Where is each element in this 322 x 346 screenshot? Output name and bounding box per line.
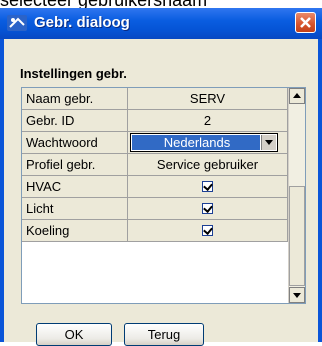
chevron-down-icon[interactable]: [261, 135, 276, 150]
koeling-checkbox[interactable]: [202, 225, 213, 237]
row-label: Profiel gebr.: [22, 154, 128, 176]
top-caption: selecteer gebruikersnaam: [0, 0, 322, 8]
ok-button[interactable]: OK: [36, 323, 112, 346]
users-icon: [7, 15, 27, 31]
vertical-scrollbar[interactable]: [288, 88, 305, 303]
licht-checkbox[interactable]: [202, 203, 213, 215]
row-label: Gebr. ID: [22, 110, 128, 132]
row-label: Naam gebr.: [22, 88, 128, 110]
row-label: HVAC: [22, 176, 128, 198]
row-label: Wachtwoord: [22, 132, 128, 154]
dialog-window: Gebr. dialoog Instellingen gebr. Naam ge…: [0, 8, 322, 346]
row-value-cell: [128, 198, 288, 220]
password-select[interactable]: Nederlands: [130, 133, 278, 152]
scroll-up-button[interactable]: [289, 88, 305, 104]
hvac-checkbox[interactable]: [202, 181, 213, 193]
close-icon: [300, 17, 311, 28]
window-title: Gebr. dialoog: [34, 14, 130, 31]
select-value: Nederlands: [131, 134, 261, 151]
row-value-cell: Nederlands: [128, 132, 288, 154]
settings-grid: Naam gebr. SERV Gebr. ID 2 Wachtwoord Ne…: [21, 87, 306, 304]
row-value-cell: [128, 176, 288, 198]
title-bar[interactable]: Gebr. dialoog: [0, 8, 322, 39]
row-value: SERV: [128, 88, 288, 110]
row-label: Licht: [22, 198, 128, 220]
scroll-thumb[interactable]: [289, 186, 305, 286]
row-value: Service gebruiker: [128, 154, 288, 176]
dialog-body: Instellingen gebr. Naam gebr. SERV Gebr.…: [4, 39, 318, 346]
row-value: 2: [128, 110, 288, 132]
row-value-cell: [128, 220, 288, 242]
section-title: Instellingen gebr.: [20, 66, 127, 81]
scroll-down-button[interactable]: [289, 287, 305, 303]
row-label: Koeling: [22, 220, 128, 242]
close-button[interactable]: [295, 12, 316, 33]
back-button[interactable]: Terug: [124, 323, 204, 346]
